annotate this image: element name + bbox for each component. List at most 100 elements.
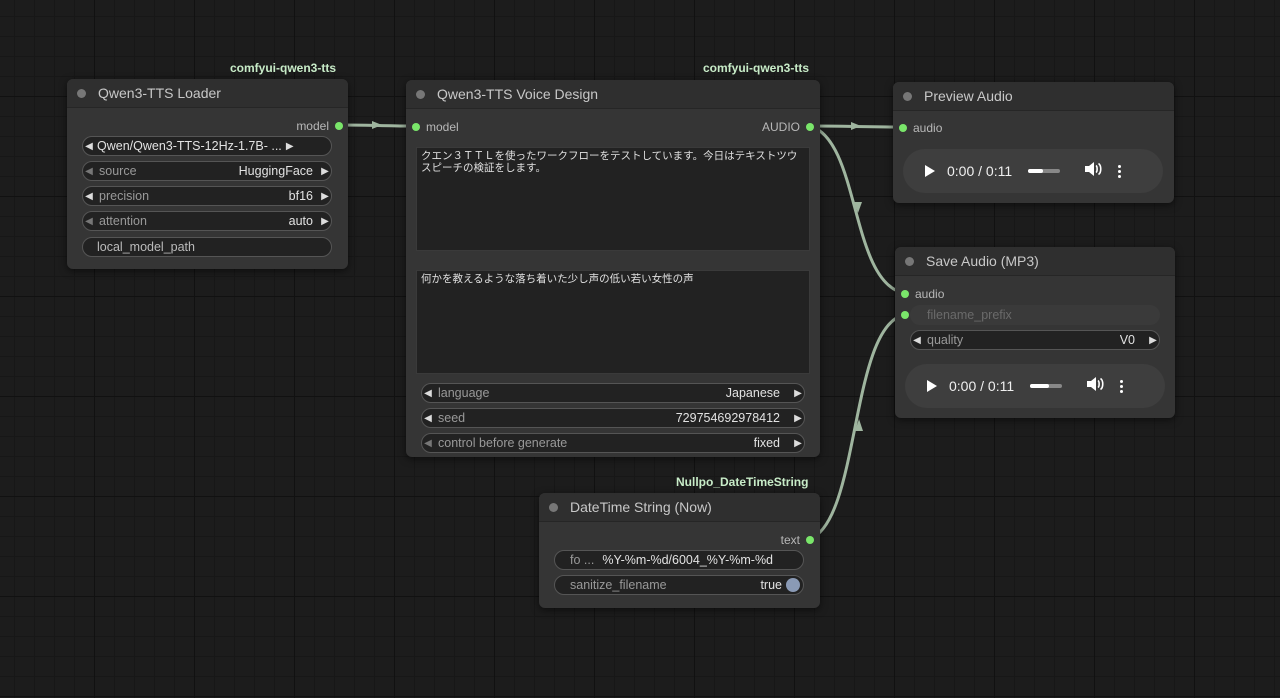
audio-progress-fill bbox=[1030, 384, 1050, 388]
play-icon[interactable] bbox=[927, 380, 937, 392]
collapse-dot-icon[interactable] bbox=[905, 256, 914, 266]
arrow-right-icon[interactable]: ▶ bbox=[792, 438, 804, 449]
output-dot-icon[interactable] bbox=[806, 536, 814, 544]
arrow-left-icon[interactable]: ◀ bbox=[422, 388, 434, 399]
node-pack-label: comfyui-qwen3-tts bbox=[230, 61, 337, 75]
slot-label: text bbox=[780, 533, 800, 547]
node-title-bar[interactable]: DateTime String (Now) bbox=[539, 493, 820, 522]
arrow-left-icon[interactable]: ◀ bbox=[911, 335, 923, 346]
arrow-left-icon[interactable]: ◀ bbox=[422, 413, 434, 424]
arrow-right-icon[interactable]: ▶ bbox=[319, 191, 331, 202]
local-model-path-field[interactable]: local_model_path bbox=[82, 237, 332, 257]
slot-label: audio bbox=[913, 121, 943, 135]
audio-time: 0:00 / 0:11 bbox=[949, 378, 1015, 394]
input-dot-icon[interactable] bbox=[901, 290, 909, 298]
output-slot-audio[interactable]: AUDIO bbox=[762, 120, 814, 134]
datetime-string-node[interactable]: DateTime String (Now) text fo ... %Y-%m-… bbox=[539, 493, 820, 608]
output-slot-model[interactable]: model bbox=[296, 119, 343, 133]
widget-value: fixed bbox=[753, 436, 780, 450]
widget-value: V0 bbox=[1119, 333, 1135, 347]
play-icon[interactable] bbox=[925, 165, 935, 177]
model-combo[interactable]: ◀ Qwen/Qwen3-TTS-12Hz-1.7B- ... ▶ bbox=[82, 136, 332, 156]
more-options-icon[interactable] bbox=[1120, 379, 1124, 393]
control-before-generate-combo[interactable]: ◀ control before generate fixed ▶ bbox=[421, 433, 805, 453]
output-dot-icon[interactable] bbox=[335, 122, 343, 130]
audio-player[interactable]: 0:00 / 0:11 bbox=[905, 364, 1165, 408]
input-dot-icon[interactable] bbox=[899, 124, 907, 132]
node-title-bar[interactable]: Qwen3-TTS Voice Design bbox=[406, 80, 820, 109]
node-title-bar[interactable]: Preview Audio bbox=[893, 82, 1174, 111]
widget-value: 729754692978412 bbox=[675, 411, 780, 425]
collapse-dot-icon[interactable] bbox=[416, 89, 425, 99]
link-model bbox=[336, 123, 418, 128]
node-title-bar[interactable]: Save Audio (MP3) bbox=[895, 247, 1175, 276]
output-slot-text[interactable]: text bbox=[781, 533, 814, 547]
arrow-left-icon[interactable]: ◀ bbox=[83, 166, 95, 177]
more-options-icon[interactable] bbox=[1118, 164, 1122, 178]
input-dot-icon[interactable] bbox=[412, 123, 420, 131]
arrow-right-icon[interactable]: ▶ bbox=[1147, 335, 1159, 346]
widget-label: control before generate bbox=[438, 436, 568, 450]
language-combo[interactable]: ◀ language Japanese ▶ bbox=[421, 383, 805, 403]
widget-label: sanitize_filename bbox=[570, 578, 667, 592]
audio-progress-bar[interactable] bbox=[1028, 169, 1061, 173]
widget-label: fo ... bbox=[570, 553, 595, 567]
link-arrow bbox=[851, 122, 861, 130]
instruct-textarea[interactable]: 何かを教えるような落ち着いた少し声の低い若い女性の声 bbox=[416, 270, 810, 374]
output-dot-icon[interactable] bbox=[806, 123, 814, 131]
sanitize-filename-toggle[interactable]: sanitize_filename true bbox=[554, 575, 804, 595]
audio-time: 0:00 / 0:11 bbox=[947, 163, 1013, 179]
arrow-left-icon[interactable]: ◀ bbox=[422, 438, 434, 449]
toggle-knob-icon[interactable] bbox=[786, 578, 800, 592]
collapse-dot-icon[interactable] bbox=[549, 502, 558, 512]
attention-combo[interactable]: ◀ attention auto ▶ bbox=[82, 211, 332, 231]
node-title-bar[interactable]: Qwen3-TTS Loader bbox=[67, 79, 348, 108]
arrow-left-icon[interactable]: ◀ bbox=[83, 141, 95, 152]
collapse-dot-icon[interactable] bbox=[77, 88, 86, 98]
qwen3-tts-voice-design-node[interactable]: Qwen3-TTS Voice Design model AUDIO クエン３Ｔ… bbox=[406, 80, 820, 457]
arrow-left-icon[interactable]: ◀ bbox=[83, 216, 95, 227]
arrow-right-icon[interactable]: ▶ bbox=[319, 216, 331, 227]
precision-combo[interactable]: ◀ precision bf16 ▶ bbox=[82, 186, 332, 206]
format-field[interactable]: fo ... %Y-%m-%d/6004_%Y-%m-%d bbox=[554, 550, 804, 570]
widget-label: seed bbox=[438, 411, 466, 425]
arrow-right-icon[interactable]: ▶ bbox=[319, 166, 331, 177]
arrow-right-icon[interactable]: ▶ bbox=[792, 388, 804, 399]
arrow-left-icon[interactable]: ◀ bbox=[83, 191, 95, 202]
audio-progress-bar[interactable] bbox=[1030, 384, 1063, 388]
collapse-dot-icon[interactable] bbox=[903, 91, 912, 101]
input-dot-icon[interactable] bbox=[901, 311, 909, 319]
widget-label: filename_prefix bbox=[927, 308, 1012, 322]
slot-label: model bbox=[426, 120, 459, 134]
qwen3-tts-loader-node[interactable]: Qwen3-TTS Loader model ◀ Qwen/Qwen3-TTS-… bbox=[67, 79, 348, 269]
volume-icon[interactable] bbox=[1086, 376, 1104, 397]
input-slot-audio[interactable]: audio bbox=[901, 287, 944, 301]
arrow-right-icon[interactable]: ▶ bbox=[792, 413, 804, 424]
widget-label: attention bbox=[99, 214, 147, 228]
widget-label: source bbox=[99, 164, 137, 178]
save-audio-mp3-node[interactable]: Save Audio (MP3) audio filename_prefix ◀… bbox=[895, 247, 1175, 418]
node-pack-label: comfyui-qwen3-tts bbox=[703, 61, 810, 75]
filename-prefix-field[interactable]: filename_prefix bbox=[910, 305, 1160, 325]
volume-icon[interactable] bbox=[1084, 161, 1102, 182]
seed-number[interactable]: ◀ seed 729754692978412 ▶ bbox=[421, 408, 805, 428]
preview-audio-node[interactable]: Preview Audio audio 0:00 / 0:11 bbox=[893, 82, 1174, 203]
model-value: Qwen/Qwen3-TTS-12Hz-1.7B- ... bbox=[97, 139, 282, 153]
input-slot-model[interactable]: model bbox=[412, 120, 459, 134]
audio-player[interactable]: 0:00 / 0:11 bbox=[903, 149, 1163, 193]
slot-label: model bbox=[296, 119, 329, 133]
node-title: Qwen3-TTS Voice Design bbox=[437, 86, 599, 102]
input-slot-audio[interactable]: audio bbox=[899, 121, 942, 135]
audio-progress-fill bbox=[1028, 169, 1043, 173]
arrow-right-icon[interactable]: ▶ bbox=[284, 141, 296, 152]
node-title: DateTime String (Now) bbox=[570, 499, 712, 515]
source-combo[interactable]: ◀ source HuggingFace ▶ bbox=[82, 161, 332, 181]
widget-value: auto bbox=[288, 214, 313, 228]
slot-label: AUDIO bbox=[761, 120, 800, 134]
widget-value: Japanese bbox=[725, 386, 780, 400]
widget-value: %Y-%m-%d/6004_%Y-%m-%d bbox=[602, 553, 774, 567]
text-textarea[interactable]: クエン３ＴＴＬを使ったワークフローをテストしています。今日はテキストツウスピーチ… bbox=[416, 147, 810, 251]
quality-combo[interactable]: ◀ quality V0 ▶ bbox=[910, 330, 1160, 350]
link-arrow bbox=[372, 121, 382, 129]
widget-value: bf16 bbox=[288, 189, 313, 203]
